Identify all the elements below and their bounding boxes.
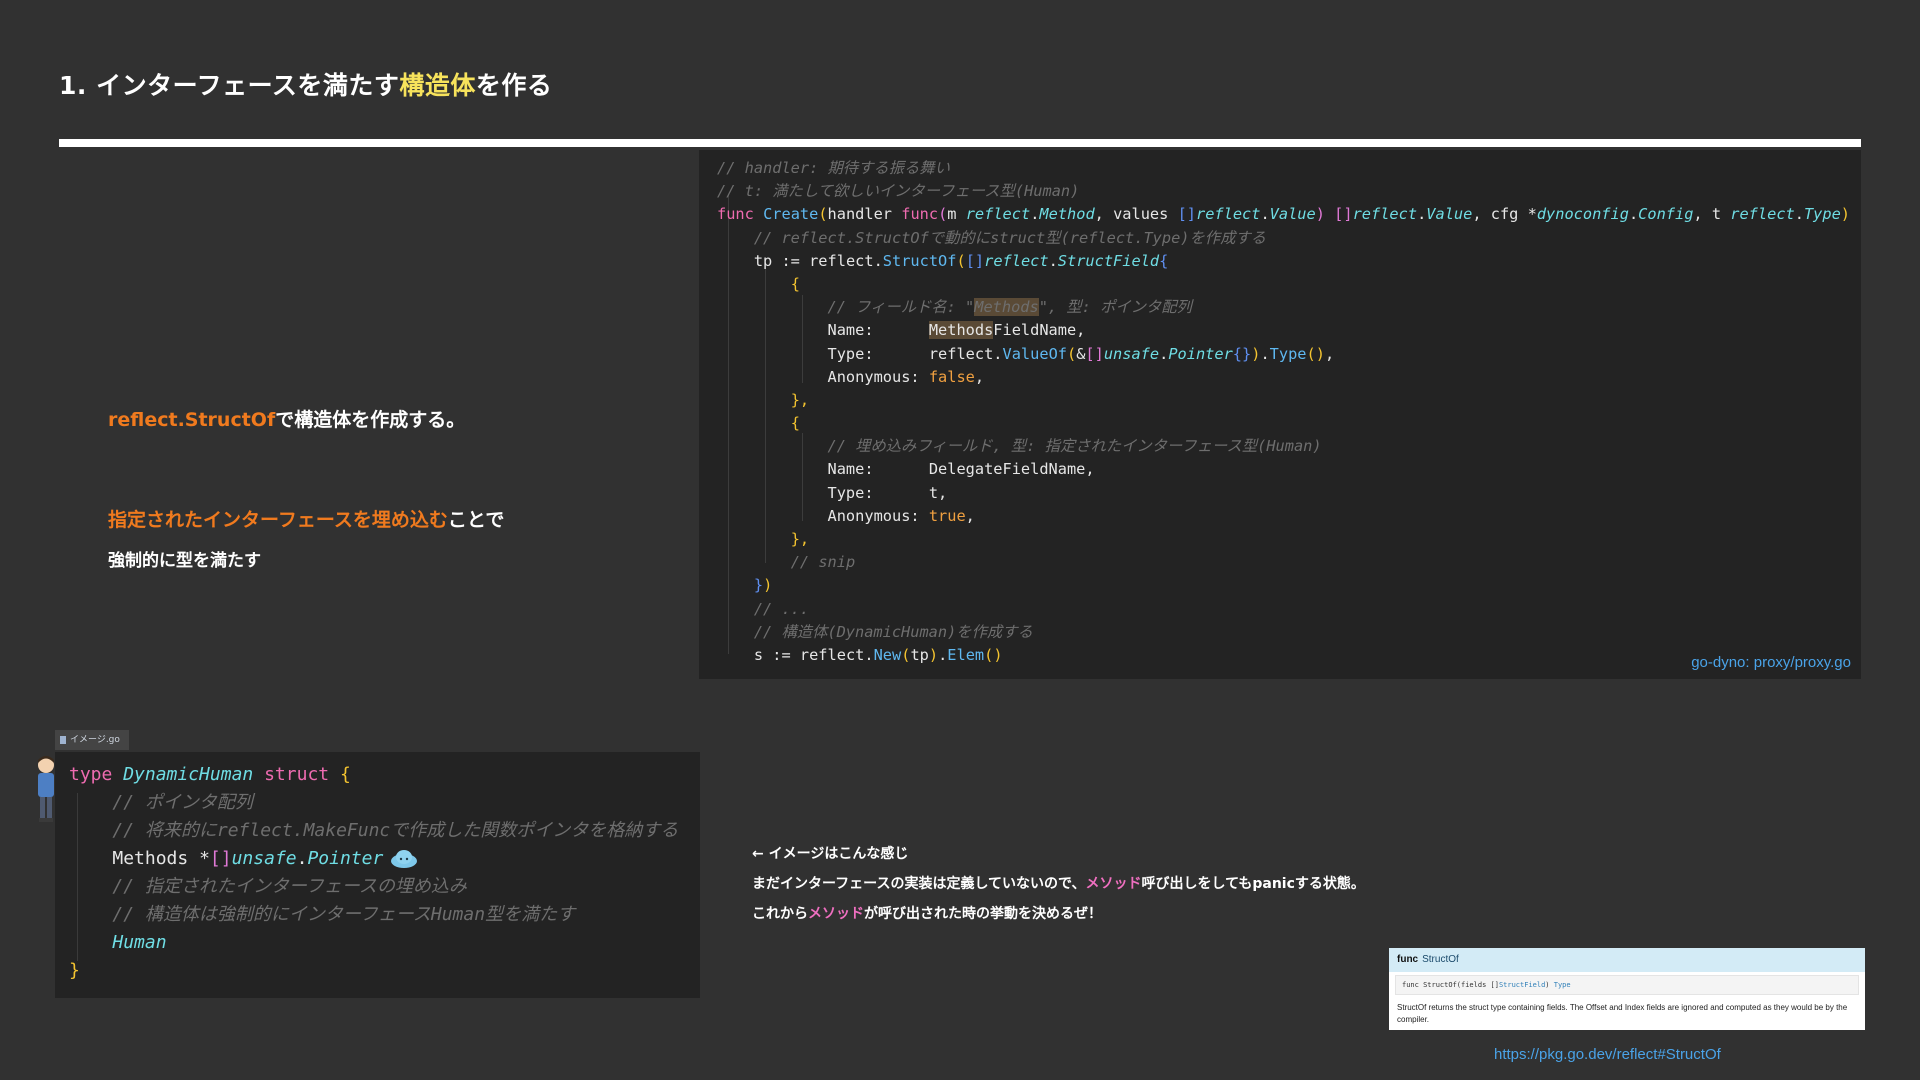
code-line: // 構造体(DynamicHuman)を作成する — [753, 622, 1033, 641]
file-tab-image-go: イメージ.go — [55, 730, 129, 750]
title-highlight: 構造体 — [399, 71, 476, 100]
code-line: Anonymous: false, — [827, 367, 985, 386]
code-line: // ... — [753, 599, 810, 618]
doc-card-description: StructOf returns the struct type contain… — [1397, 1003, 1848, 1024]
slide-title: 1. インターフェースを満たす構造体を作る — [59, 71, 553, 100]
code-line: }, — [790, 390, 810, 409]
doc-source-link[interactable]: https://pkg.go.dev/reflect#StructOf — [1494, 1046, 1721, 1063]
code-line: }) — [753, 576, 773, 595]
code-line: Name: DelegateFieldName, — [827, 460, 1095, 479]
doc-card-signature: func StructOf(fields []StructField) Type — [1395, 975, 1859, 995]
structof-doc-card: func StructOf func StructOf(fields []Stru… — [1389, 948, 1865, 1030]
code-line: Type: reflect.ValueOf(&[]unsafe.Pointer{… — [827, 344, 1335, 363]
note-embed: 指定されたインターフェースを埋め込むことで — [108, 509, 505, 531]
code-line: // reflect.StructOfで動的にstruct型(reflect.T… — [753, 228, 1266, 247]
code-line: } — [69, 960, 80, 981]
code-line: s := reflect.New(tp).Elem() — [753, 645, 1003, 664]
note-satisfy: 強制的に型を満たす — [108, 551, 261, 571]
explanation-line-3: これからメソッドが呼び出された時の挙動を決めるぜ！ — [752, 906, 1102, 922]
code-line: Name: MethodsFieldName, — [827, 321, 1086, 340]
code-line: // handler: 期待する振る舞い — [717, 159, 950, 177]
code-line: { — [790, 414, 800, 433]
code-line: Methods *[]unsafe.Pointer — [55, 845, 700, 873]
code-line: tp := reflect.StructOf([]reflect.StructF… — [753, 251, 1169, 270]
doc-card-header: func StructOf — [1389, 948, 1865, 972]
explanation-line-1: ← イメージはこんな感じ — [752, 846, 909, 862]
code-line: // 埋め込みフィールド, 型: 指定されたインターフェース型(Human) — [827, 437, 1322, 456]
code-line: }, — [790, 530, 810, 548]
code-line: // t: 満たして欲しいインターフェース型(Human) — [717, 182, 1080, 201]
code-line: // 指定されたインターフェースの埋め込み — [112, 876, 467, 897]
code-line: // 構造体は強制的にインターフェースHuman型を満たす — [112, 904, 576, 925]
main-code-block: // handler: 期待する振る舞い // t: 満たして欲しいインターフェ… — [699, 150, 1861, 679]
slime-icon — [391, 850, 418, 868]
title-divider — [59, 139, 1861, 147]
file-icon — [60, 735, 66, 744]
code-line: Human — [112, 932, 167, 953]
explanation-line-2: まだインターフェースの実装は定義していないので、メソッド呼び出しをしてもpani… — [752, 876, 1365, 892]
code-line: // snip — [790, 553, 856, 572]
note-structof: reflect.StructOfで構造体を作成する。 — [108, 409, 466, 431]
code-line: Anonymous: true, — [827, 506, 975, 525]
code-line: // ポインタ配列 — [112, 792, 253, 813]
code-line: type DynamicHuman struct { — [69, 764, 351, 785]
code-line: // 将来的にreflect.MakeFuncで作成した関数ポインタを格納する — [112, 820, 679, 841]
image-code-block: type DynamicHuman struct { // ポインタ配列 // … — [55, 752, 700, 998]
main-code-source: go-dyno: proxy/proxy.go — [1691, 654, 1851, 671]
code-line: { — [790, 274, 800, 293]
code-line: // フィールド名: "Methods", 型: ポインタ配列 — [827, 298, 1192, 317]
code-line: Type: t, — [827, 483, 948, 502]
human-figure-icon — [38, 756, 54, 822]
code-line: func Create(handler func(m reflect.Metho… — [717, 205, 1851, 224]
